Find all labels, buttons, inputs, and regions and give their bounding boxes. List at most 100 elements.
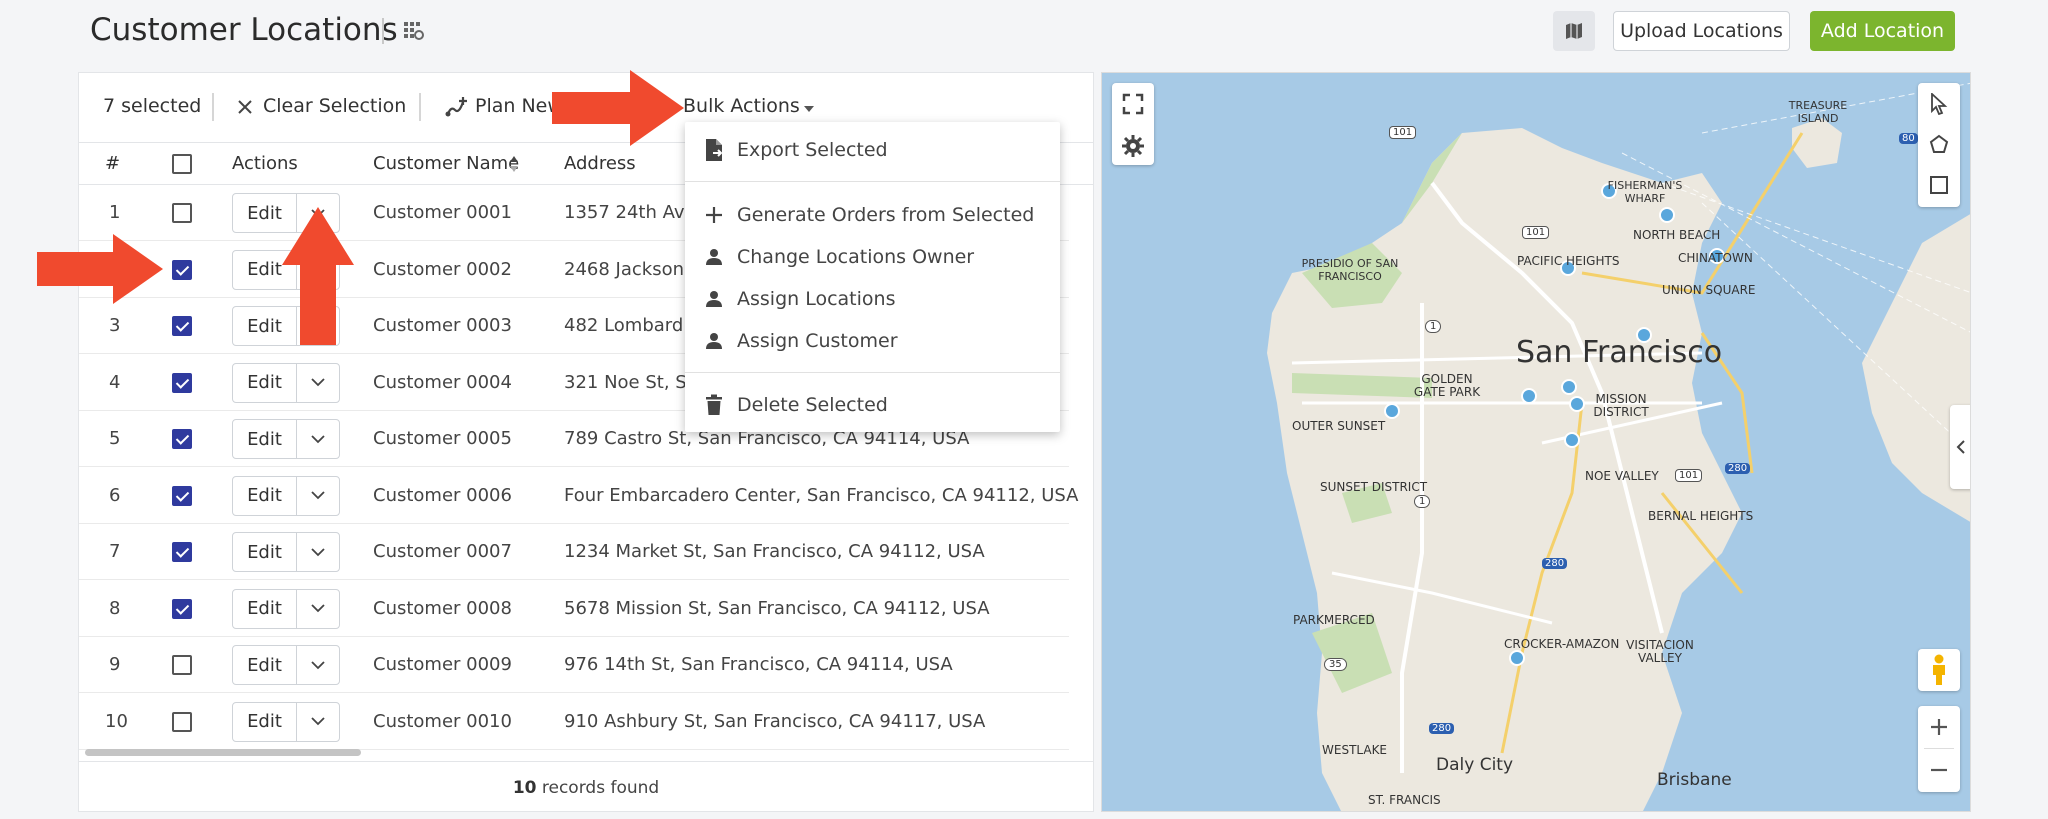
edit-button[interactable]: Edit: [233, 646, 297, 684]
row-number: 5: [109, 428, 121, 449]
menu-item-assign-locations[interactable]: Assign Locations: [685, 279, 1060, 319]
map-label: TREASURE ISLAND: [1788, 99, 1848, 125]
menu-item-change-owner[interactable]: Change Locations Owner: [685, 237, 1060, 277]
route-shield: 1: [1414, 495, 1431, 508]
route-shield: 101: [1675, 469, 1703, 482]
route-shield: 280: [1725, 463, 1751, 474]
map-label: PRESIDIO OF SAN FRANCISCO: [1301, 257, 1399, 283]
row-actions: Edit: [232, 588, 340, 629]
edit-button[interactable]: Edit: [233, 702, 297, 741]
column-header-customer-name[interactable]: Customer Name: [373, 153, 533, 177]
collapse-panel-button[interactable]: [1950, 405, 1970, 489]
page-title: Customer Locations: [90, 12, 398, 48]
trash-icon: [706, 394, 722, 415]
route-shield: 35: [1324, 658, 1347, 671]
menu-item-label: Assign Customer: [737, 330, 898, 352]
file-export-icon: [706, 139, 723, 161]
select-all-checkbox[interactable]: [172, 154, 192, 174]
bulk-actions-button[interactable]: Bulk Actions: [683, 91, 823, 125]
table-row[interactable]: 10 Edit Customer 0010 910 Ashbury St, San F…: [79, 694, 1069, 750]
table-row[interactable]: 8 Edit Customer 0008 5678 Mission St, San F…: [79, 581, 1069, 637]
row-checkbox[interactable]: [172, 655, 192, 675]
customer-name-cell: Customer 0001: [373, 202, 512, 223]
row-checkbox[interactable]: [172, 372, 192, 393]
map-label: CROCKER-AMAZON: [1504, 637, 1620, 651]
edit-button[interactable]: Edit: [233, 363, 297, 402]
customer-name-cell: Customer 0010: [373, 710, 512, 732]
row-checkbox[interactable]: [172, 598, 192, 619]
map-label: NORTH BEACH: [1633, 228, 1721, 242]
row-actions-dropdown-button[interactable]: [297, 533, 339, 571]
row-actions-dropdown-button[interactable]: [297, 703, 339, 741]
street-view-button[interactable]: [1918, 649, 1960, 691]
table-row[interactable]: 6 Edit Customer 0006 Four Embarcadero Cente…: [79, 468, 1078, 524]
map-label: BERNAL HEIGHTS: [1648, 509, 1754, 523]
gear-icon[interactable]: [1122, 135, 1144, 157]
row-actions-dropdown-button[interactable]: [297, 590, 339, 628]
row-number: 4: [109, 371, 121, 393]
row-number: 3: [109, 315, 121, 336]
edit-button[interactable]: Edit: [233, 533, 297, 571]
edit-button[interactable]: Edit: [233, 476, 297, 515]
clear-selection-label: Clear Selection: [263, 95, 407, 117]
menu-item-export-selected[interactable]: Export Selected: [685, 130, 1060, 170]
menu-item-label: Change Locations Owner: [737, 246, 975, 268]
route-plus-icon: [445, 97, 467, 117]
row-checkbox[interactable]: [172, 316, 192, 336]
row-number: 9: [109, 654, 121, 675]
customer-name-cell: Customer 0002: [373, 258, 512, 280]
map-city-label: San Francisco: [1516, 335, 1723, 370]
table-row[interactable]: 9 Edit Customer 0009 976 14th St, San Franc…: [79, 637, 1069, 693]
menu-item-delete-selected[interactable]: Delete Selected: [685, 385, 1060, 425]
locations-map[interactable]: San Francisco TREASURE ISLAND FISHERMAN'…: [1101, 72, 1971, 812]
sort-icon: [510, 156, 518, 172]
zoom-divider: [1924, 748, 1954, 749]
row-checkbox[interactable]: [172, 711, 192, 732]
row-checkbox[interactable]: [172, 203, 192, 223]
map-label: NOE VALLEY: [1585, 469, 1659, 483]
map-label: Daly City: [1436, 755, 1514, 775]
row-actions-dropdown-button[interactable]: [297, 364, 339, 402]
rectangle-icon[interactable]: [1929, 175, 1949, 195]
map-label: ST. FRANCIS: [1368, 793, 1441, 807]
row-checkbox[interactable]: [172, 429, 192, 449]
row-actions-dropdown-button[interactable]: [297, 646, 339, 684]
add-location-button[interactable]: Add Location: [1810, 11, 1955, 51]
zoom-in-icon[interactable]: [1929, 717, 1949, 737]
clear-selection-button[interactable]: Clear Selection: [235, 91, 415, 125]
menu-item-assign-customer[interactable]: Assign Customer: [685, 321, 1060, 361]
polygon-icon[interactable]: [1929, 134, 1949, 154]
pointer-icon[interactable]: [1929, 93, 1949, 115]
edit-button[interactable]: Edit: [233, 420, 297, 458]
row-actions-dropdown-button[interactable]: [297, 477, 339, 515]
table-settings-icon[interactable]: [403, 20, 425, 42]
records-found-label: records found: [541, 778, 660, 798]
map-label: VISITACION VALLEY: [1626, 638, 1694, 665]
menu-item-label: Delete Selected: [737, 394, 888, 416]
fullscreen-icon[interactable]: [1122, 93, 1144, 115]
map-drawing-tools: [1918, 83, 1960, 207]
menu-item-generate-orders[interactable]: Generate Orders from Selected: [685, 195, 1060, 235]
row-checkbox[interactable]: [172, 542, 192, 562]
address-cell: 976 14th St, San Francisco, CA 94114, US…: [564, 654, 953, 675]
row-checkbox[interactable]: [172, 485, 192, 506]
chevron-down-icon: [311, 434, 325, 443]
pegman-icon: [1933, 654, 1945, 685]
route-shield: 101: [1389, 126, 1417, 139]
selected-count: 7 selected: [103, 95, 202, 117]
plan-new-button[interactable]: Plan New: [445, 91, 565, 125]
zoom-out-icon[interactable]: [1929, 760, 1949, 780]
address-cell: 910 Ashbury St, San Francisco, CA 94117,…: [564, 710, 986, 732]
arrow-right-icon: [552, 70, 684, 146]
bulk-actions-label: Bulk Actions: [683, 95, 800, 117]
plus-icon: [706, 207, 722, 223]
edit-button[interactable]: Edit: [233, 589, 297, 628]
map-toggle-button[interactable]: [1553, 11, 1595, 51]
address-cell: 5678 Mission St, San Francisco, CA 94112…: [564, 597, 990, 619]
upload-locations-button[interactable]: Upload Locations: [1613, 11, 1790, 51]
horizontal-scrollbar[interactable]: [85, 749, 361, 756]
row-checkbox[interactable]: [172, 259, 192, 280]
table-row[interactable]: 7 Edit Customer 0007 1234 Market St, San Fr…: [79, 524, 1069, 580]
row-actions-dropdown-button[interactable]: [297, 420, 339, 458]
row-number: 7: [109, 541, 121, 562]
